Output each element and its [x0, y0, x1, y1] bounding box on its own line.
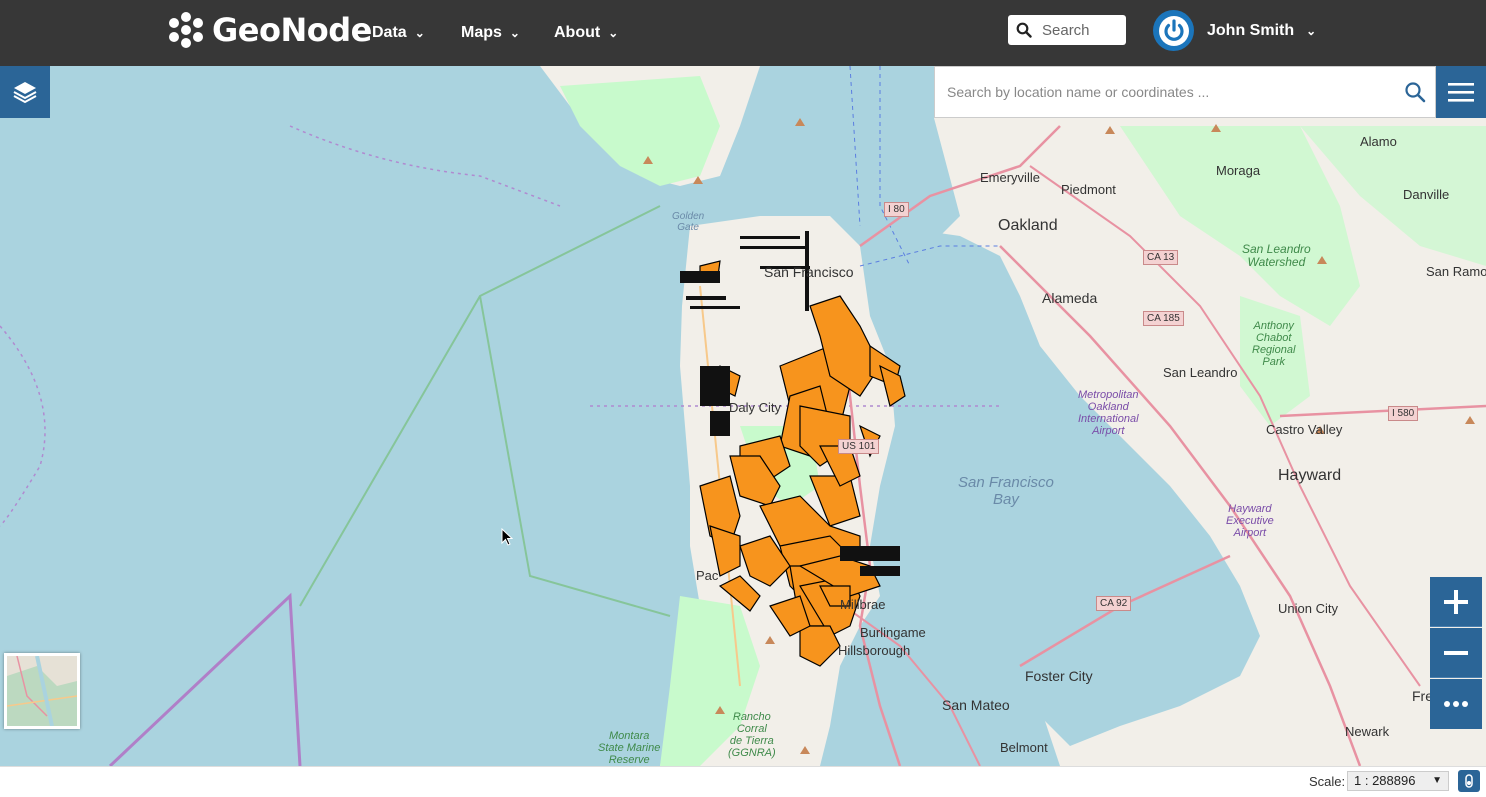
- map-label-foster-city: Foster City: [1025, 668, 1093, 684]
- map-label-hayward: Hayward: [1278, 467, 1342, 484]
- geonode-flower-icon: [169, 12, 203, 48]
- map-label-golden-gate: Golden Gate: [672, 211, 705, 233]
- nav-data-label: Data: [372, 24, 407, 41]
- user-name: John Smith: [1207, 22, 1295, 39]
- map-label-oakland: Oakland: [998, 217, 1058, 234]
- hamburger-icon: [1448, 83, 1474, 102]
- map-label-montara: Montara State Marine Reserve: [598, 730, 661, 766]
- map-label-daly-city: Daly City: [729, 400, 782, 415]
- top-navbar: GeoNode Data ⌄ Maps ⌄ About ⌄ John Smith…: [0, 0, 1486, 66]
- nav-about-menu[interactable]: About ⌄: [554, 0, 618, 66]
- map-label-rancho-corral: Rancho Corral de Tierra (GGNRA): [728, 711, 776, 759]
- map-label-san-leandro-watershed: San Leandro Watershed: [1242, 242, 1311, 269]
- minus-icon: [1444, 650, 1468, 655]
- nav-about-label: About: [554, 24, 601, 41]
- geonode-logo[interactable]: GeoNode: [166, 10, 372, 50]
- map-canvas[interactable]: San Francisco Oakland Alameda Emeryville…: [0, 66, 1486, 766]
- nav-maps-label: Maps: [461, 24, 502, 41]
- shield-ca13: CA 13: [1143, 250, 1179, 265]
- toggle-icon: [1465, 774, 1473, 788]
- map-label-pac: Pac: [696, 568, 719, 583]
- map-label-oakland-airport: Metropolitan Oakland International Airpo…: [1078, 389, 1139, 437]
- map-label-hillsborough: Hillsborough: [838, 643, 911, 658]
- map-label-alameda: Alameda: [1042, 290, 1098, 306]
- map-label-moraga: Moraga: [1216, 163, 1261, 178]
- shield-i80: I 80: [884, 202, 909, 217]
- scale-value: 1 : 288896: [1354, 773, 1416, 788]
- chevron-down-icon: ⌄: [414, 26, 425, 40]
- map-label-alamo: Alamo: [1360, 134, 1397, 149]
- zoom-in-button[interactable]: [1430, 577, 1482, 627]
- more-tools-button[interactable]: [1430, 679, 1482, 729]
- ellipsis-icon: [1444, 701, 1468, 707]
- dropdown-arrow-icon: ▼: [1432, 775, 1442, 786]
- map-label-belmont: Belmont: [1000, 740, 1048, 755]
- chevron-down-icon: ⌄: [1306, 24, 1317, 38]
- minimap-preview: [7, 656, 77, 726]
- map-label-hayward-airport: Hayward Executive Airport: [1226, 503, 1274, 539]
- map-label-san-mateo: San Mateo: [942, 697, 1010, 713]
- shield-ca92: CA 92: [1096, 596, 1132, 611]
- nav-data-menu[interactable]: Data ⌄: [372, 0, 425, 66]
- nav-maps-menu[interactable]: Maps ⌄: [461, 0, 520, 66]
- map-label-sf-bay: San Francisco Bay: [958, 474, 1054, 508]
- search-icon[interactable]: [1016, 22, 1032, 38]
- map-label-castro-valley: Castro Valley: [1266, 422, 1343, 437]
- layers-toggle-button[interactable]: [0, 66, 50, 118]
- location-search-input[interactable]: [947, 84, 1395, 100]
- map-label-burlingame: Burlingame: [860, 625, 926, 640]
- mouse-cursor-icon: [501, 528, 513, 546]
- shield-i580: I 580: [1388, 406, 1419, 421]
- chevron-down-icon: ⌄: [509, 26, 520, 40]
- footer-tools-button[interactable]: [1458, 770, 1480, 792]
- map-label-union-city: Union City: [1278, 601, 1338, 616]
- location-search: [934, 66, 1436, 118]
- burger-menu-button[interactable]: [1436, 66, 1486, 118]
- layers-icon: [13, 82, 37, 104]
- background-selector-thumbnail[interactable]: [4, 653, 80, 729]
- scale-select[interactable]: 1 : 288896 ▼: [1347, 771, 1449, 791]
- plus-icon: [1444, 589, 1468, 614]
- search-icon[interactable]: [1395, 81, 1435, 103]
- header-search: [1008, 15, 1126, 45]
- avatar[interactable]: [1153, 10, 1194, 51]
- shield-ca185: CA 185: [1143, 311, 1184, 326]
- map-label-piedmont: Piedmont: [1061, 182, 1116, 197]
- map-label-san-ramon: San Ramon: [1426, 264, 1486, 279]
- header-search-input[interactable]: [1042, 21, 1122, 39]
- user-menu[interactable]: John Smith ⌄: [1207, 0, 1316, 62]
- zoom-out-button[interactable]: [1430, 628, 1482, 678]
- map-label-san-francisco: San Francisco: [764, 264, 854, 280]
- map-label-millbrae: Millbrae: [840, 597, 886, 612]
- scale-label: Scale:: [1309, 774, 1346, 789]
- power-icon: [1158, 15, 1189, 46]
- map-label-danville: Danville: [1403, 187, 1450, 202]
- shield-us101: US 101: [838, 439, 880, 454]
- map-label-san-leandro: San Leandro: [1163, 365, 1238, 380]
- chevron-down-icon: ⌄: [608, 26, 619, 40]
- map-label-newark: Newark: [1345, 724, 1390, 739]
- map-footer: Scale: 1 : 288896 ▼: [0, 766, 1486, 794]
- map-label-anthony-chabot: Anthony Chabot Regional Park: [1252, 320, 1296, 368]
- logo-text: GeoNode: [212, 11, 372, 49]
- map-label-emeryville: Emeryville: [980, 170, 1040, 185]
- basemap: [0, 66, 1486, 766]
